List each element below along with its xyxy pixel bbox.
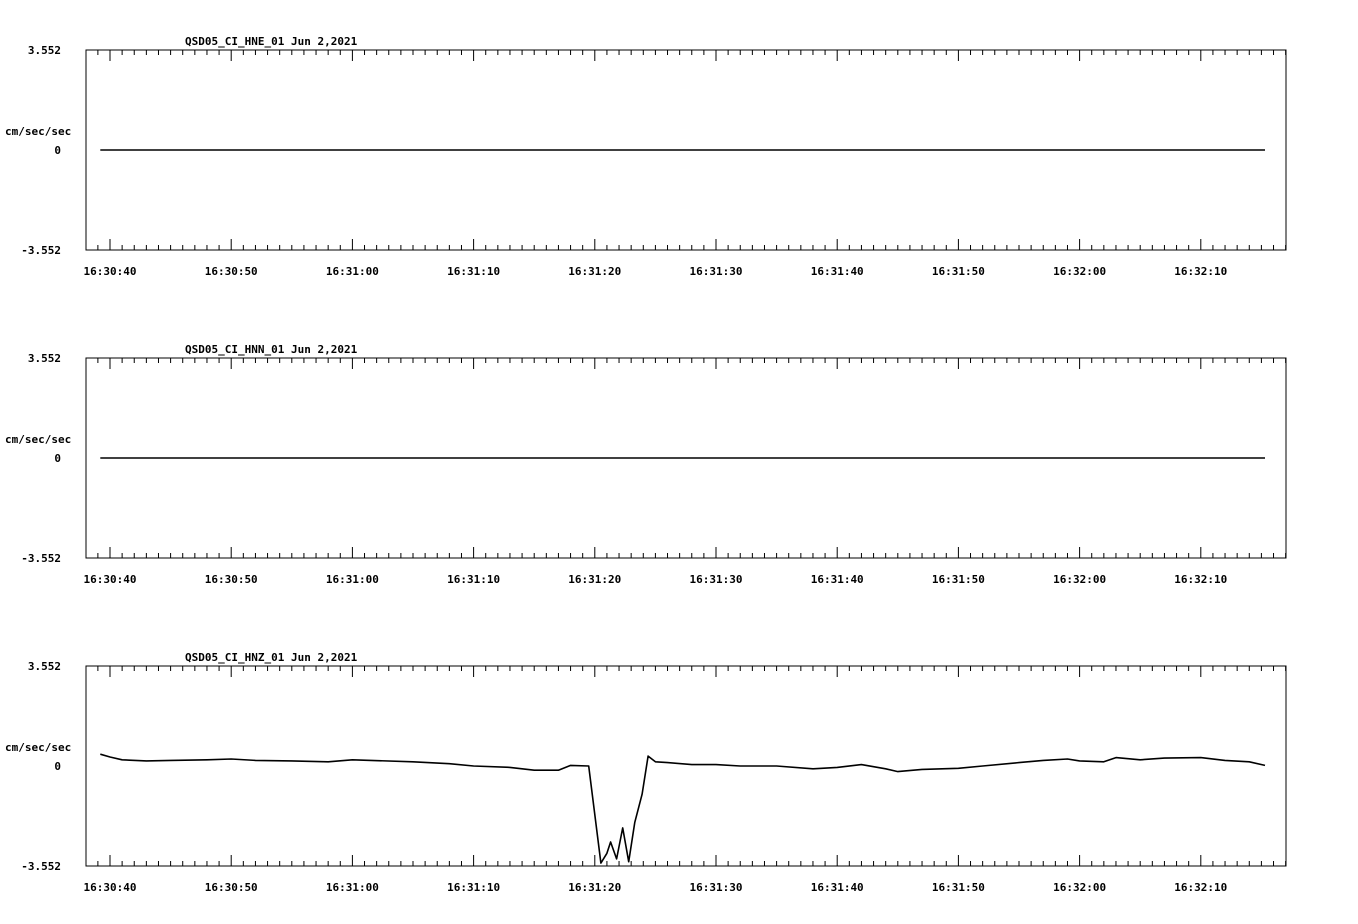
chart-panel-1: QSD05_CI_HNE_01 Jun 2,2021 3.552 0 -3.552 cm… (5, 35, 1287, 278)
chart-title: QSD05_CI_HNN_01 Jun 2,2021 (185, 343, 358, 356)
x-tick-label: 16:31:10 (447, 881, 500, 894)
y-tick-label: 3.552 (28, 352, 61, 365)
x-tick-label: 16:31:00 (326, 573, 379, 586)
y-tick-label: 3.552 (28, 660, 61, 673)
x-tick-label: 16:30:40 (84, 881, 137, 894)
x-tick-label: 16:31:40 (811, 573, 864, 586)
x-tick-label: 16:31:10 (447, 265, 500, 278)
seismogram-svg: QSD05_CI_HNE_01 Jun 2,2021 3.552 0 -3.552 cm… (5, 35, 1287, 894)
x-tick-label: 16:31:30 (690, 265, 743, 278)
x-tick-label: 16:31:10 (447, 573, 500, 586)
x-tick-label: 16:31:20 (568, 265, 621, 278)
y-tick-label: -3.552 (21, 860, 61, 873)
plot-frame (85, 665, 1287, 867)
x-tick-label: 16:31:20 (568, 573, 621, 586)
x-tick-label: 16:31:50 (932, 265, 985, 278)
x-tick-label: 16:31:40 (811, 881, 864, 894)
x-tick-label: 16:31:20 (568, 881, 621, 894)
chart-title: QSD05_CI_HNZ_01 Jun 2,2021 (185, 651, 358, 664)
x-tick-label: 16:30:40 (84, 265, 137, 278)
x-tick-label: 16:32:00 (1053, 573, 1106, 586)
x-tick-label: 16:31:30 (690, 881, 743, 894)
x-tick-label: 16:30:50 (205, 265, 258, 278)
x-tick-label: 16:32:10 (1174, 881, 1227, 894)
x-tick-label: 16:31:00 (326, 881, 379, 894)
x-tick-label: 16:30:50 (205, 573, 258, 586)
y-axis-label: cm/sec/sec (5, 741, 71, 754)
x-tick-label: 16:32:00 (1053, 881, 1106, 894)
y-axis-label: cm/sec/sec (5, 433, 71, 446)
y-tick-label: -3.552 (21, 552, 61, 565)
x-tick-label: 16:32:10 (1174, 573, 1227, 586)
x-tick-label: 16:32:10 (1174, 265, 1227, 278)
x-tick-label: 16:30:40 (84, 573, 137, 586)
x-tick-label: 16:31:50 (932, 573, 985, 586)
seismogram-figure: QSD05_CI_HNE_01 Jun 2,2021 3.552 0 -3.552 cm… (0, 0, 1358, 924)
chart-title: QSD05_CI_HNE_01 Jun 2,2021 (185, 35, 358, 48)
y-axis-label: cm/sec/sec (5, 125, 71, 138)
y-tick-label: -3.552 (21, 244, 61, 257)
y-tick-label: 3.552 (28, 44, 61, 57)
x-tick-label: 16:31:40 (811, 265, 864, 278)
series-line (100, 753, 1266, 864)
y-tick-label: 0 (54, 452, 61, 465)
x-tick-label: 16:31:30 (690, 573, 743, 586)
x-tick-label: 16:31:00 (326, 265, 379, 278)
chart-panel-3: QSD05_CI_HNZ_01 Jun 2,2021 3.552 0 -3.552 cm… (5, 651, 1287, 894)
x-tick-label: 16:30:50 (205, 881, 258, 894)
y-tick-label: 0 (54, 144, 61, 157)
x-tick-label: 16:32:00 (1053, 265, 1106, 278)
y-tick-label: 0 (54, 760, 61, 773)
x-tick-label: 16:31:50 (932, 881, 985, 894)
chart-panel-2: QSD05_CI_HNN_01 Jun 2,2021 3.552 0 -3.552 cm… (5, 343, 1287, 586)
